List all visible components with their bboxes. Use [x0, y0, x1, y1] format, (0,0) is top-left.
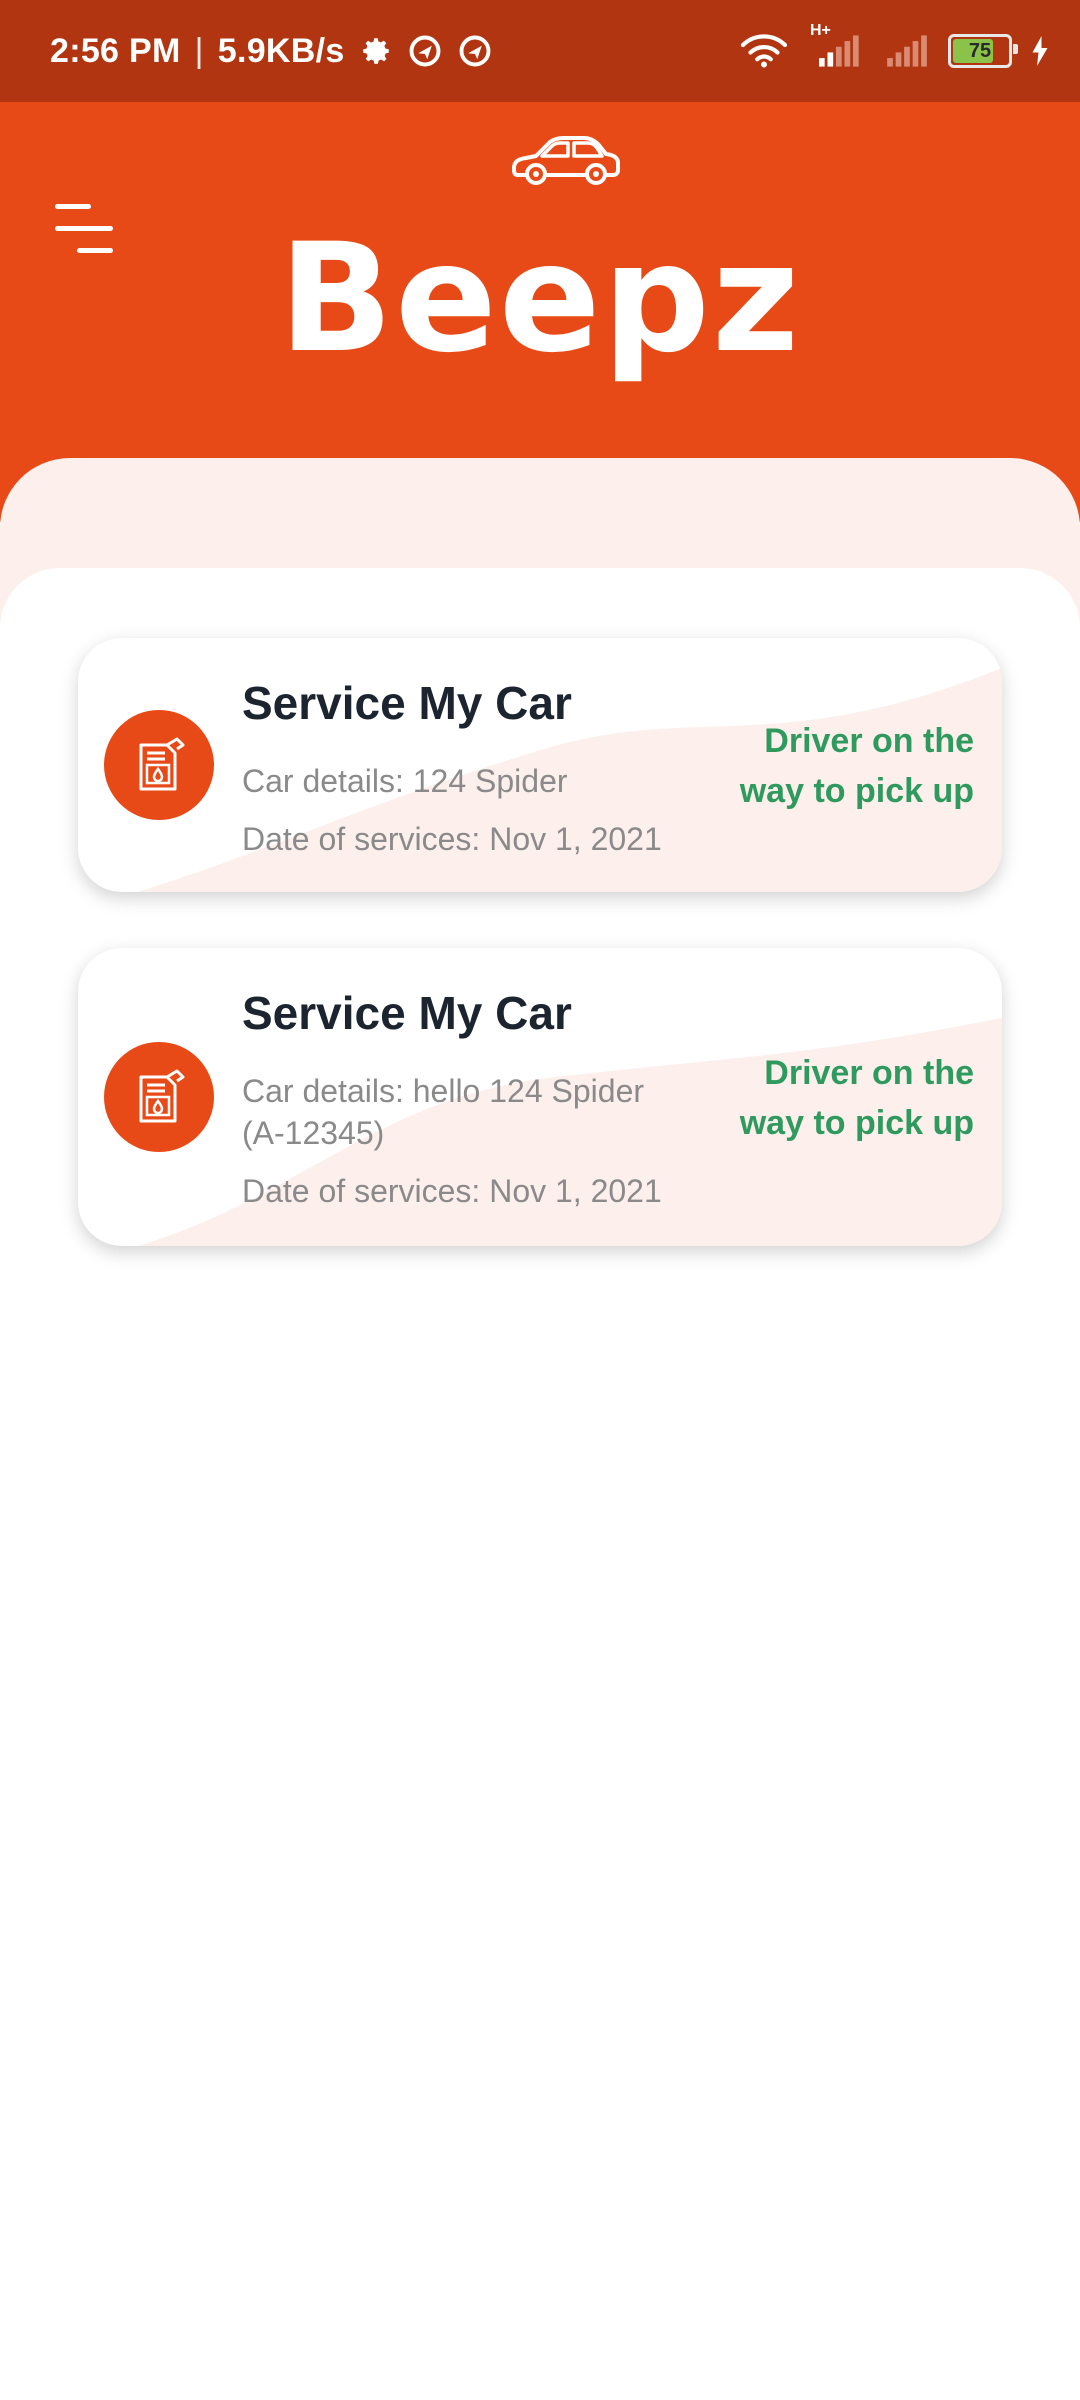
service-date: Date of services: Nov 1, 2021	[242, 1173, 662, 1209]
status-text: Driver on the way to pick up	[694, 1048, 974, 1148]
gear-icon	[359, 34, 393, 68]
fuel-can-icon	[104, 1042, 214, 1152]
status-line-2: way to pick up	[739, 1104, 974, 1142]
wifi-icon	[740, 33, 788, 69]
car-icon	[512, 136, 620, 185]
status-line-1: Driver on the	[764, 1054, 974, 1092]
net-speed: 5.9KB/s	[217, 31, 345, 70]
service-date: Date of services: Nov 1, 2021	[242, 821, 662, 857]
car-details: Car details: 124 Spider	[242, 763, 568, 799]
status-line-2: way to pick up	[739, 772, 974, 810]
status-line-1: Driver on the	[764, 722, 974, 760]
status-separator: |	[194, 31, 204, 70]
battery-icon: 75	[948, 34, 1018, 68]
vpn-icon	[457, 33, 493, 69]
status-text: Driver on the way to pick up	[694, 716, 974, 816]
vpn-icon	[407, 33, 443, 69]
service-card[interactable]: Service My Car Car details: hello 124 Sp…	[78, 948, 1002, 1246]
car-details: Car details: hello 124 Spider	[242, 1073, 645, 1109]
fuel-can-icon	[104, 710, 214, 820]
card-title: Service My Car	[242, 987, 572, 1039]
status-bar: 2:56 PM | 5.9KB/s H+ 75	[0, 0, 1080, 102]
status-time: 2:56 PM	[50, 31, 181, 70]
signal-icon	[884, 34, 930, 68]
service-card[interactable]: Service My Car Car details: 124 Spider D…	[78, 638, 1002, 892]
card-title: Service My Car	[242, 677, 572, 729]
app-title: Beepz	[278, 212, 802, 386]
charging-icon	[1030, 36, 1050, 66]
network-type: H+	[810, 22, 831, 39]
car-details-plate: (A-12345)	[242, 1115, 385, 1151]
signal-icon: H+	[806, 22, 866, 68]
battery-level: 75	[968, 39, 992, 62]
